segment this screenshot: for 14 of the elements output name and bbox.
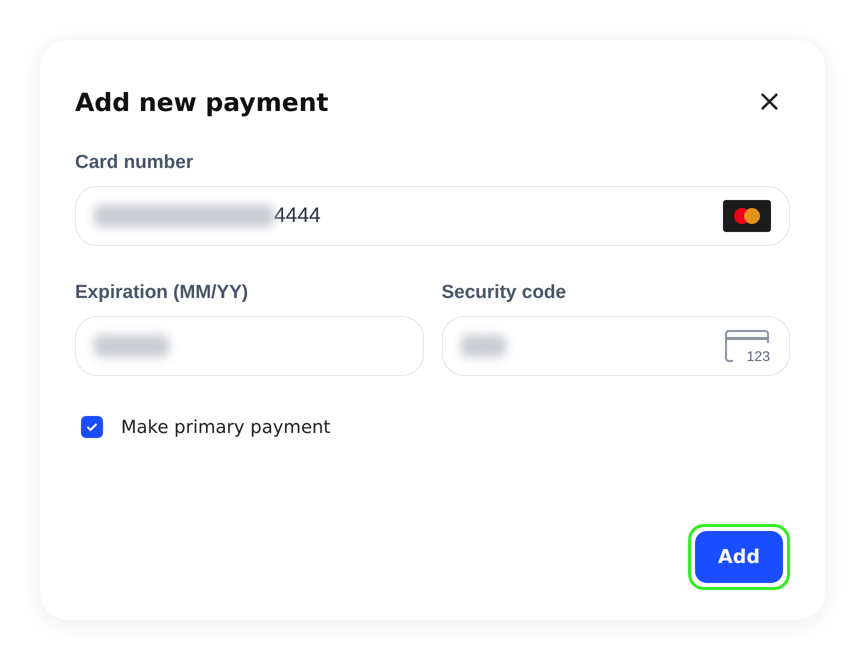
field-label: Expiration (MM/YY) xyxy=(75,282,250,304)
close-button[interactable]: × xyxy=(748,87,790,117)
card-number-field[interactable]: 4444 xyxy=(75,186,790,246)
dialog-title: Add new payment xyxy=(75,88,328,116)
checkmark-icon xyxy=(86,422,98,432)
add-button[interactable]: Add xyxy=(695,531,783,583)
input-field[interactable]: 123 xyxy=(442,316,790,376)
checkbox[interactable] xyxy=(81,416,103,438)
field-label: Security code xyxy=(442,282,568,304)
checkbox-label: Make primary payment xyxy=(121,416,330,438)
field-label: Card number xyxy=(75,152,194,174)
input-field[interactable] xyxy=(75,316,424,376)
card-number-value: 4444 xyxy=(274,204,321,228)
card-brand-icon xyxy=(723,200,771,232)
